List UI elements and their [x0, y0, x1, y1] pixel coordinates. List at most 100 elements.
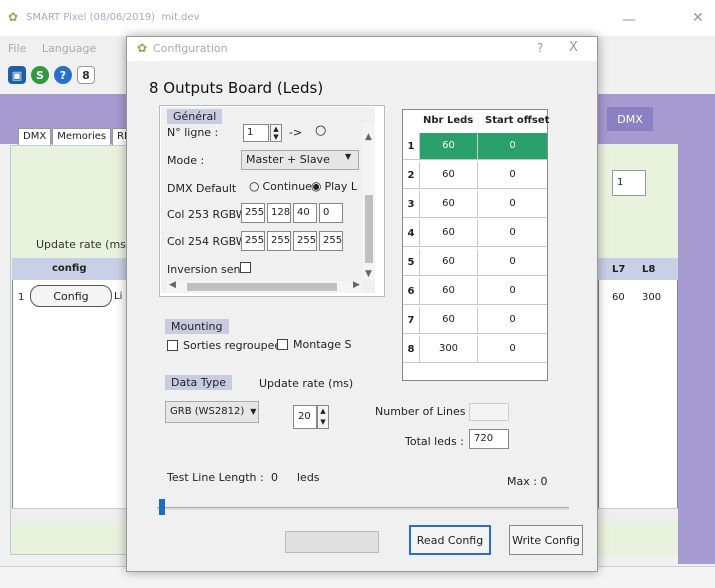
col253-b-input[interactable]: 40	[293, 203, 317, 223]
8-icon[interactable]: 8	[77, 66, 95, 84]
help-icon[interactable]: ?	[54, 66, 72, 84]
table-row[interactable]: 4 60 0	[403, 220, 547, 247]
main-window-title: SMART Pixel (08/06/2019) mit.dev	[26, 12, 199, 23]
start-offset-cell[interactable]: 0	[477, 278, 547, 304]
dmx-button[interactable]: DMX	[607, 107, 653, 131]
config-button[interactable]: Config	[30, 285, 112, 307]
main-right-band	[678, 94, 715, 564]
sorties-label: Sorties regroupee	[183, 339, 282, 352]
dmx-default-label: DMX Default	[167, 182, 237, 195]
start-offset-cell[interactable]: 0	[477, 162, 547, 188]
ligne-arrow: ->	[289, 126, 303, 139]
main-lines-table	[598, 258, 678, 520]
ligne-input[interactable]: 1	[243, 124, 269, 142]
nbr-leds-cell[interactable]: 300	[419, 336, 477, 362]
general-header: Général	[167, 109, 223, 124]
tab-dmx[interactable]: DMX	[18, 128, 52, 146]
scroll-up-icon[interactable]: ▲	[365, 132, 372, 142]
main-left-scrollbar[interactable]	[12, 508, 140, 522]
test-line-label: Test Line Length :	[167, 471, 264, 484]
nbr-leds-cell[interactable]: 60	[419, 307, 477, 333]
col253-w-input[interactable]: 0	[319, 203, 343, 223]
mode-select[interactable]: Master + Slave	[241, 150, 359, 170]
main-title-text: SMART Pixel (08/06/2019)	[26, 12, 156, 23]
inversion-checkbox[interactable]	[240, 262, 251, 273]
main-right-spinner-value: 1	[617, 177, 624, 188]
config-column-header: config	[52, 263, 87, 274]
scroll-right-icon[interactable]: ▶	[353, 280, 360, 290]
test-line-slider[interactable]	[157, 507, 569, 510]
col254-r-input[interactable]: 255	[241, 231, 265, 251]
mounting-header: Mounting	[165, 319, 229, 334]
sorties-checkbox[interactable]	[167, 340, 178, 351]
configuration-dialog: ✿ Configuration ? X 8 Outputs Board (Led…	[126, 36, 598, 572]
menu-language[interactable]: Language	[42, 42, 96, 55]
row-index: 3	[407, 199, 415, 210]
col253-r-input[interactable]: 255	[241, 203, 265, 223]
table-row[interactable]: 5 60 0	[403, 249, 547, 276]
test-line-unit: leds	[297, 471, 320, 484]
close-icon[interactable]: ✕	[692, 10, 704, 26]
total-leds-input[interactable]: 720	[469, 429, 509, 449]
montage-checkbox[interactable]	[277, 339, 288, 350]
start-offset-cell[interactable]: 0	[477, 191, 547, 217]
nbr-leds-cell[interactable]: 60	[419, 191, 477, 217]
data-type-select[interactable]: GRB (WS2812) ▼	[165, 401, 259, 423]
general-hscroll-thumb[interactable]	[187, 283, 337, 291]
total-leds-label: Total leds :	[405, 435, 464, 448]
col254-label: Col 254 RGBW	[167, 235, 247, 248]
col254-w-input[interactable]: 255	[319, 231, 343, 251]
ligne-spinner[interactable]: ▲ ▼	[270, 124, 282, 142]
start-offset-cell[interactable]: 0	[477, 307, 547, 333]
table-row[interactable]: 8 300 0	[403, 336, 547, 363]
ligne-label: N° ligne :	[167, 126, 219, 139]
help-button[interactable]: ?	[537, 41, 543, 55]
table-row[interactable]: 6 60 0	[403, 278, 547, 305]
number-of-lines-input[interactable]	[469, 403, 509, 421]
read-config-button[interactable]: Read Config	[409, 525, 491, 555]
s-icon[interactable]: S	[31, 66, 49, 84]
start-offset-cell[interactable]: 0	[477, 336, 547, 362]
col253-g-input[interactable]: 128	[267, 203, 291, 223]
l7-column-header: L7	[612, 264, 626, 275]
start-offset-cell[interactable]: 0	[477, 249, 547, 275]
radio-empty-icon: ○	[249, 179, 260, 193]
menu-bar: File Language	[8, 42, 108, 55]
row-partial-text: Li	[114, 291, 123, 302]
start-offset-cell[interactable]: 0	[477, 133, 547, 159]
scroll-left-icon[interactable]: ◀	[169, 280, 176, 290]
start-offset-cell[interactable]: 0	[477, 220, 547, 246]
ligne-radio[interactable]: ○	[315, 123, 326, 138]
radio-continue[interactable]: ○ Continue	[249, 179, 312, 193]
update-rate-spinner[interactable]: ▲ ▼	[317, 405, 329, 429]
row-index: 1	[407, 141, 415, 152]
nbr-leds-cell[interactable]: 60	[419, 249, 477, 275]
dialog-app-icon: ✿	[137, 41, 148, 55]
table-row[interactable]: 3 60 0	[403, 191, 547, 218]
main-right-scrollbar[interactable]	[598, 508, 678, 522]
col254-b-input[interactable]: 255	[293, 231, 317, 251]
tab-memories[interactable]: Memories	[52, 128, 112, 146]
write-config-button[interactable]: Write Config	[509, 525, 583, 555]
minimize-icon[interactable]: —	[622, 12, 636, 28]
row-index: 1	[18, 292, 25, 303]
table-row[interactable]: 2 60 0	[403, 162, 547, 189]
save-icon[interactable]: ▣	[8, 66, 26, 84]
nbr-leds-cell[interactable]: 60	[419, 162, 477, 188]
table-row[interactable]: 7 60 0	[403, 307, 547, 334]
nbr-leds-cell[interactable]: 60	[419, 220, 477, 246]
nbr-leds-cell[interactable]: 60	[419, 133, 477, 159]
row-index: 7	[407, 315, 415, 326]
update-rate-input[interactable]: 20	[293, 405, 317, 429]
table-row[interactable]: 1 60 0	[403, 133, 547, 160]
menu-file[interactable]: File	[8, 42, 26, 55]
radio-play[interactable]: ◉ Play L	[311, 179, 357, 193]
scroll-down-icon[interactable]: ▼	[365, 269, 372, 279]
general-vscroll-thumb[interactable]	[365, 195, 373, 263]
dialog-close-button[interactable]: X	[569, 40, 578, 55]
col254-g-input[interactable]: 255	[267, 231, 291, 251]
test-line-slider-thumb[interactable]	[159, 499, 165, 515]
main-right-spinner[interactable]: 1	[612, 170, 646, 196]
row-index: 2	[407, 170, 415, 181]
nbr-leds-cell[interactable]: 60	[419, 278, 477, 304]
